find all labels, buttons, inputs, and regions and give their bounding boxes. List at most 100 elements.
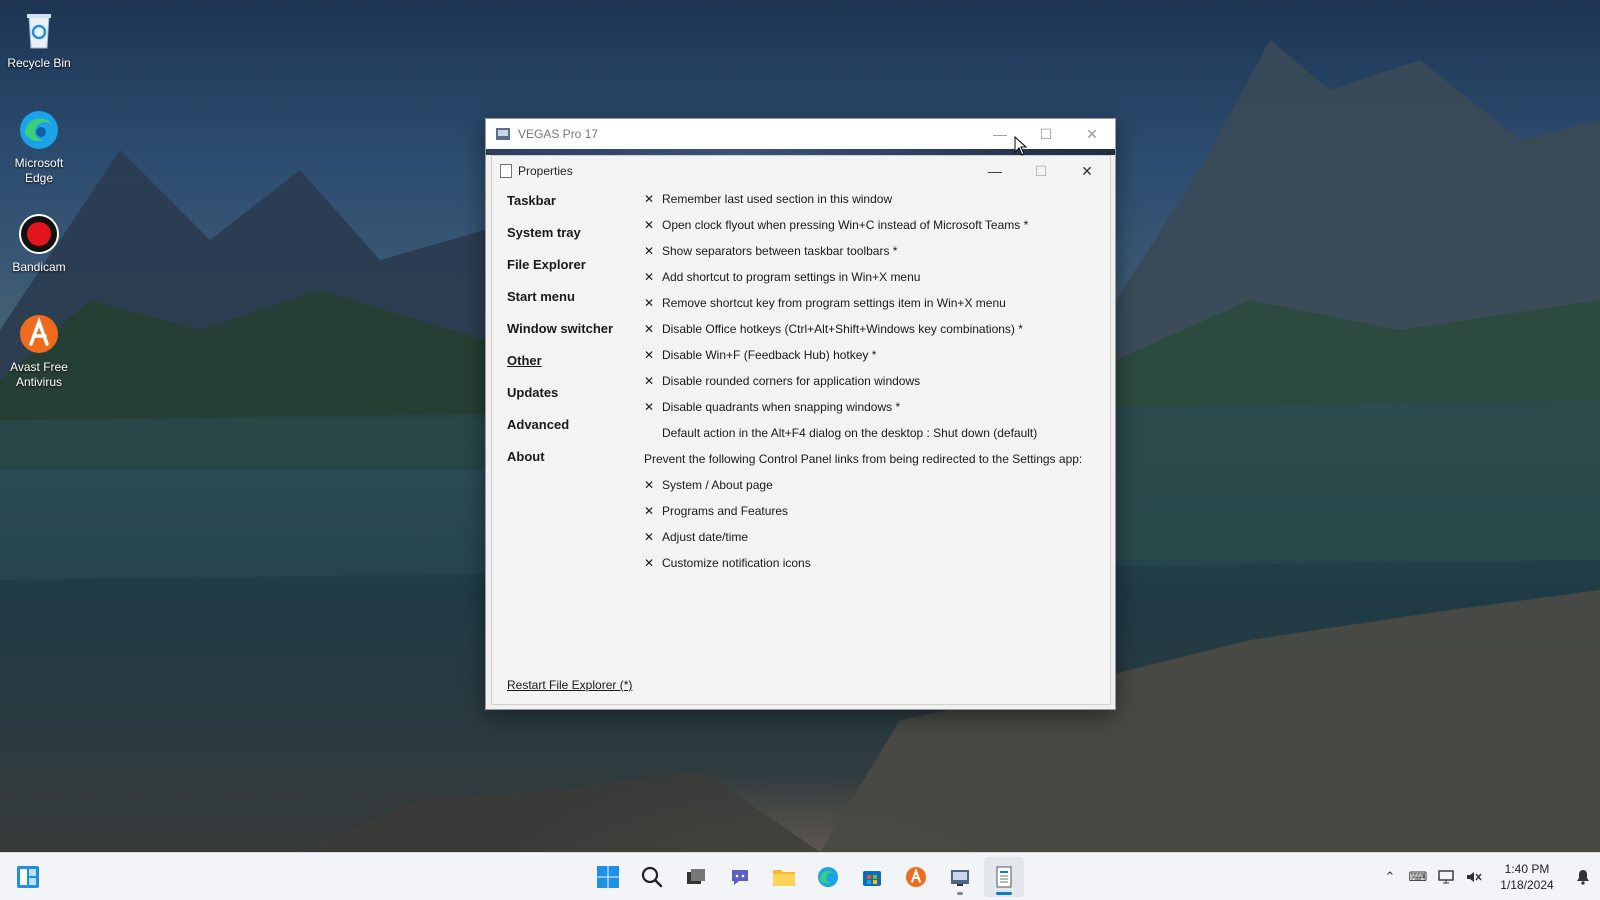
x-mark-icon: ✕ — [644, 270, 655, 284]
avast-taskbar-button[interactable] — [896, 857, 936, 897]
nav-other[interactable]: Other — [507, 352, 647, 384]
section-heading: Prevent the following Control Panel link… — [644, 452, 1083, 466]
restart-file-explorer-link[interactable]: Restart File Explorer (*) — [507, 678, 632, 692]
recycle-bin-icon — [17, 8, 61, 52]
option-label: Customize notification icons — [662, 556, 811, 570]
option-winx-shortcut[interactable]: ✕ Add shortcut to program settings in Win… — [644, 270, 1104, 296]
option-label: Remove shortcut key from program setting… — [662, 296, 1006, 310]
show-hidden-icons-button[interactable]: ⌃ — [1376, 853, 1404, 900]
mouse-cursor-icon — [1014, 136, 1028, 156]
nav-advanced[interactable]: Advanced — [507, 416, 647, 448]
desktop-icon-recycle-bin[interactable]: Recycle Bin — [4, 8, 74, 71]
folder-icon — [773, 870, 795, 886]
nav-system-tray[interactable]: System tray — [507, 224, 647, 256]
control-panel-redirect-heading: Prevent the following Control Panel link… — [644, 452, 1104, 478]
option-label: Disable rounded corners for application … — [662, 374, 921, 388]
nav-window-switcher[interactable]: Window switcher — [507, 320, 647, 352]
option-label: Disable Office hotkeys (Ctrl+Alt+Shift+W… — [662, 322, 1023, 336]
edge-taskbar-button[interactable] — [808, 857, 848, 897]
x-mark-icon: ✕ — [644, 556, 655, 570]
option-snap-quadrants[interactable]: ✕ Disable quadrants when snapping windows… — [644, 400, 1104, 426]
option-altf4-default-action[interactable]: Default action in the Alt+F4 dialog on t… — [644, 426, 1104, 452]
properties-maximize-button[interactable]: ☐ — [1018, 156, 1064, 186]
option-toolbar-separators[interactable]: ✕ Show separators between taskbar toolbar… — [644, 244, 1104, 270]
network-monitor-icon — [1438, 870, 1454, 884]
widgets-button[interactable] — [16, 865, 40, 889]
option-notification-icons[interactable]: ✕ Customize notification icons — [644, 556, 1104, 582]
x-mark-icon: ✕ — [644, 322, 655, 336]
nav-about[interactable]: About — [507, 448, 647, 480]
properties-icon — [500, 164, 512, 178]
option-clock-flyout[interactable]: ✕ Open clock flyout when pressing Win+C i… — [644, 218, 1104, 244]
x-mark-icon: ✕ — [644, 218, 655, 232]
clock-date: 1/18/2024 — [1500, 878, 1554, 892]
keyboard-icon: ⌨ — [1408, 869, 1428, 884]
widgets-icon — [17, 866, 39, 888]
desktop-icon-avast[interactable]: Avast Free Antivirus — [4, 312, 74, 390]
vegas-window: VEGAS Pro 17 — ☐ ✕ Properties — ☐ ✕ Task… — [485, 118, 1116, 710]
option-remember-section[interactable]: ✕ Remember last used section in this wind… — [644, 192, 1104, 218]
x-mark-icon: ✕ — [644, 400, 655, 414]
option-label: Open clock flyout when pressing Win+C in… — [662, 218, 1029, 232]
x-mark-icon: ✕ — [644, 504, 655, 518]
teams-chat-button[interactable] — [720, 857, 760, 897]
maximize-button[interactable]: ☐ — [1023, 119, 1069, 149]
vegas-app-icon — [496, 128, 510, 140]
option-label: Add shortcut to program settings in Win+… — [662, 270, 921, 284]
nav-taskbar[interactable]: Taskbar — [507, 192, 647, 224]
x-mark-icon: ✕ — [644, 296, 655, 310]
nav-file-explorer[interactable]: File Explorer — [507, 256, 647, 288]
avast-icon — [17, 312, 61, 356]
option-label: Remember last used section in this windo… — [662, 192, 893, 206]
vegas-icon — [951, 870, 969, 886]
nav-start-menu[interactable]: Start menu — [507, 288, 647, 320]
section-nav: Taskbar System tray File Explorer Start … — [507, 192, 647, 480]
option-rounded-corners[interactable]: ✕ Disable rounded corners for application… — [644, 374, 1104, 400]
start-button[interactable] — [588, 857, 628, 897]
option-adjust-datetime[interactable]: ✕ Adjust date/time — [644, 530, 1104, 556]
properties-taskbar-button[interactable] — [984, 857, 1024, 897]
option-label: System / About page — [662, 478, 773, 492]
close-icon: ✕ — [1081, 162, 1093, 179]
properties-title-bar[interactable]: Properties — ☐ ✕ — [492, 156, 1110, 186]
task-view-icon — [687, 869, 705, 884]
notifications-button[interactable] — [1566, 853, 1600, 900]
edge-icon — [17, 108, 61, 152]
properties-minimize-button[interactable]: — — [972, 156, 1018, 186]
option-system-about[interactable]: ✕ System / About page — [644, 478, 1104, 504]
option-label: Adjust date/time — [662, 530, 749, 544]
edge-icon — [818, 867, 838, 887]
x-mark-icon: ✕ — [644, 374, 655, 388]
option-label: Programs and Features — [662, 504, 789, 518]
option-office-hotkeys[interactable]: ✕ Disable Office hotkeys (Ctrl+Alt+Shift+… — [644, 322, 1104, 348]
desktop-icon-microsoft-edge[interactable]: Microsoft Edge — [4, 108, 74, 186]
properties-dialog: Properties — ☐ ✕ Taskbar System tray Fil… — [491, 155, 1111, 705]
x-mark-icon: ✕ — [644, 192, 655, 206]
option-programs-features[interactable]: ✕ Programs and Features — [644, 504, 1104, 530]
option-winf-hotkey[interactable]: ✕ Disable Win+F (Feedback Hub) hotkey * — [644, 348, 1104, 374]
properties-icon — [996, 866, 1012, 888]
task-view-button[interactable] — [676, 857, 716, 897]
x-mark-icon: ✕ — [644, 478, 655, 492]
option-remove-shortcut-key[interactable]: ✕ Remove shortcut key from program settin… — [644, 296, 1104, 322]
vegas-taskbar-button[interactable] — [940, 857, 980, 897]
close-button[interactable]: ✕ — [1069, 119, 1115, 149]
store-button[interactable] — [852, 857, 892, 897]
network-button[interactable] — [1432, 853, 1460, 900]
notification-bell-icon — [1577, 870, 1589, 885]
maximize-icon: ☐ — [1034, 162, 1048, 179]
taskbar-apps — [588, 853, 1024, 900]
desktop-icon-bandicam[interactable]: Bandicam — [4, 212, 74, 275]
properties-close-button[interactable]: ✕ — [1064, 156, 1110, 186]
option-label: Disable Win+F (Feedback Hub) hotkey * — [662, 348, 877, 362]
desktop-icon-label: Recycle Bin — [7, 56, 71, 70]
store-icon — [863, 871, 881, 886]
keyboard-button[interactable]: ⌨ — [1404, 853, 1432, 900]
file-explorer-button[interactable] — [764, 857, 804, 897]
desktop-icon-label: Microsoft Edge — [14, 156, 64, 185]
taskbar-clock[interactable]: 1:40 PM 1/18/2024 — [1488, 861, 1566, 893]
nav-updates[interactable]: Updates — [507, 384, 647, 416]
search-button[interactable] — [632, 857, 672, 897]
minimize-icon: — — [988, 163, 1002, 179]
volume-button[interactable] — [1460, 853, 1488, 900]
